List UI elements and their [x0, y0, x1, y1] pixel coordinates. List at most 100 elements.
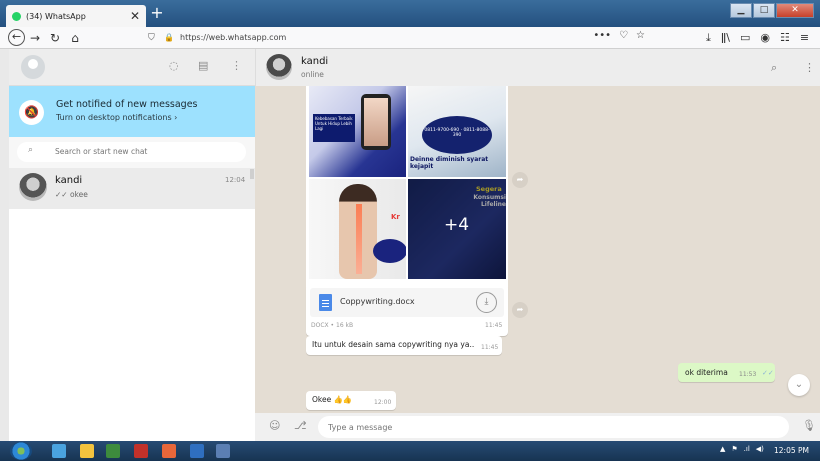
forward-icon[interactable]: ➦ [512, 172, 528, 188]
taskbar-app-icon[interactable] [52, 444, 66, 458]
minimize-button[interactable]: ▁ [730, 3, 752, 18]
album-image-2-oval: 0811-9700-690 · 0811-8088-390 [422, 116, 492, 154]
search-bar: ⌕ [9, 137, 255, 168]
pocket-icon[interactable]: ♡ [619, 30, 628, 41]
account-icon[interactable]: ◉ [760, 31, 770, 45]
chat-last-message: ✓✓ okee [55, 190, 88, 199]
shield-icon[interactable]: ⛉ [148, 33, 160, 43]
conversation-panel: kandi online ⌕ ⋮ Kebebasan Terbaik Untuk… [255, 49, 820, 441]
taskbar-app-icon[interactable] [190, 444, 204, 458]
search-input[interactable] [55, 144, 235, 159]
forward-button[interactable]: → [25, 31, 45, 45]
album-image-4[interactable]: Segera Konsumsi Lifeline +4 [408, 179, 506, 279]
document-message: Coppywriting.docx ⤓ DOCX • 16 kB 11:45 [306, 284, 508, 336]
bookmark-star-icon[interactable]: ☆ [636, 30, 645, 41]
browser-tab-whatsapp[interactable]: (34) WhatsApp ✕ [6, 5, 146, 27]
home-button[interactable]: ⌂ [65, 31, 85, 45]
message-text: ok diterima [685, 368, 728, 377]
lock-icon[interactable]: 🔒 [164, 33, 176, 42]
whatsapp-favicon-icon [12, 11, 21, 21]
network-icon[interactable]: .ıl [744, 445, 750, 453]
window-controls: ▁ □ ✕ [730, 3, 814, 18]
enable-notifications-link[interactable]: Turn on desktop notifications › [56, 113, 177, 122]
new-chat-icon[interactable]: ▤ [198, 59, 208, 72]
menu-icon[interactable]: ≡ [800, 31, 809, 45]
url-text[interactable]: https://web.whatsapp.com [180, 33, 286, 42]
bell-off-icon: 🔕 [19, 100, 44, 125]
desktop-notification-banner[interactable]: 🔕 Get notified of new messages Turn on d… [9, 86, 255, 137]
contact-avatar[interactable] [266, 54, 292, 80]
sidebar-header: ◌ ▤ ⋮ [9, 49, 255, 86]
search-box[interactable]: ⌕ [17, 142, 246, 162]
read-receipt-icon: ✓✓ [762, 369, 774, 377]
album-image-1-text: Kebebasan Terbaik Untuk Hidup Lebih Lagi [313, 114, 355, 142]
message-text: Okee 👍👍 [312, 395, 353, 404]
reload-button[interactable]: ↻ [45, 31, 65, 45]
start-button[interactable] [10, 442, 32, 460]
url-bar[interactable]: ⛉ 🔒 https://web.whatsapp.com ••• ♡ ☆ [148, 29, 645, 46]
tray-flag-icon[interactable]: ⚑ [731, 445, 737, 453]
sidebar-toggle-icon[interactable]: ▭ [740, 31, 750, 45]
status-icon[interactable]: ◌ [169, 59, 179, 72]
url-actions: ••• ♡ ☆ [593, 30, 645, 41]
chat-list-item[interactable]: kandi ✓✓ okee 12:04 [9, 168, 255, 209]
incoming-message: Okee 👍👍 12:00 [306, 391, 396, 410]
search-icon: ⌕ [28, 145, 34, 155]
chat-time: 12:04 [225, 176, 246, 184]
new-tab-button[interactable]: + [148, 3, 166, 23]
attach-icon[interactable]: ⎇ [294, 419, 307, 432]
chat-list-scrollbar[interactable] [250, 169, 254, 179]
incoming-message: Itu untuk desain sama copywriting nya ya… [306, 336, 502, 355]
microphone-icon[interactable]: 🎙 [802, 419, 816, 432]
album-image-2[interactable]: 0811-9700-690 · 0811-8088-390 Deinne dim… [408, 86, 506, 177]
clock[interactable]: 12:05 PM [774, 446, 809, 455]
tab-close-icon[interactable]: ✕ [130, 9, 140, 23]
maximize-button[interactable]: □ [753, 3, 775, 18]
scroll-to-bottom-button[interactable]: ⌄ [788, 374, 810, 396]
emoji-icon[interactable]: ☺ [269, 419, 280, 432]
taskbar-app-icon[interactable] [106, 444, 120, 458]
my-avatar[interactable] [21, 55, 45, 79]
phone-graphic [361, 94, 391, 150]
taskbar-app-icon[interactable] [80, 444, 94, 458]
taskbar-app-icon[interactable] [134, 444, 148, 458]
library-icon[interactable]: ǁ\ [721, 31, 730, 45]
message-time: 11:45 [481, 344, 499, 351]
download-icon[interactable]: ⤓ [476, 292, 497, 313]
conversation-header[interactable]: kandi online ⌕ ⋮ [255, 49, 820, 86]
message-time: 11:45 [485, 322, 503, 329]
message-composer: ☺ ⎇ 🎙 [255, 413, 820, 441]
forward-icon[interactable]: ➦ [512, 302, 528, 318]
taskbar-app-icon[interactable] [216, 444, 230, 458]
message-input[interactable] [318, 416, 789, 438]
back-button[interactable]: ← [8, 29, 25, 46]
tab-title: (34) WhatsApp [26, 11, 86, 21]
more-images-count[interactable]: +4 [444, 215, 469, 235]
document-name: Coppywriting.docx [340, 297, 415, 306]
conversation-menu-icon[interactable]: ⋮ [804, 61, 815, 74]
album-image-1[interactable]: Kebebasan Terbaik Untuk Hidup Lebih Lagi [309, 86, 406, 177]
album-image-3-badge [373, 239, 406, 263]
extensions-icon[interactable]: ☷ [780, 31, 790, 45]
spine-graphic [356, 204, 362, 274]
contact-avatar [19, 173, 47, 201]
system-tray: ▲ ⚑ .ıl ◀) [720, 445, 764, 453]
docx-file-icon [319, 294, 332, 311]
close-window-button[interactable]: ✕ [776, 3, 814, 18]
volume-icon[interactable]: ◀) [756, 445, 764, 453]
document-card[interactable]: Coppywriting.docx ⤓ [310, 288, 504, 317]
tray-overflow-icon[interactable]: ▲ [720, 445, 725, 453]
browser-nav-bar: ← → ↻ ⌂ ⛉ 🔒 https://web.whatsapp.com •••… [0, 27, 820, 49]
browser-tab-bar: (34) WhatsApp ✕ + ▁ □ ✕ [0, 0, 820, 27]
album-image-3-word: Kr [391, 213, 400, 221]
album-image-2-label: Deinne diminish syarat kejapit [410, 156, 489, 170]
downloads-icon[interactable]: ⤓ [706, 31, 711, 45]
taskbar-firefox-icon[interactable] [162, 444, 176, 458]
document-meta: DOCX • 16 kB [311, 322, 354, 329]
search-messages-icon[interactable]: ⌕ [771, 61, 777, 75]
page-actions-icon[interactable]: ••• [593, 30, 611, 41]
message-time: 11:53 [739, 371, 757, 378]
sidebar-menu-icon[interactable]: ⋮ [231, 59, 242, 72]
album-image-3[interactable]: Kr [309, 179, 406, 279]
message-time: 12:00 [374, 399, 392, 406]
